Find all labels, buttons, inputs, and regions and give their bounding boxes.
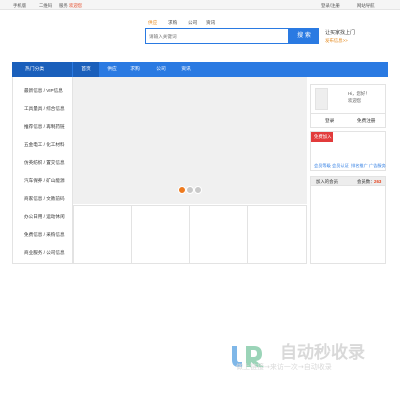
category-item[interactable]: 办公日用 / 运动休闲 bbox=[13, 210, 74, 224]
free-join-panel: 免费加入 会员等级 会员认证 排名推广 广告服务 bbox=[310, 131, 386, 171]
category-item[interactable]: 最新信息 / VIP信息 bbox=[13, 84, 74, 98]
category-item[interactable]: 仿英纺织 / 置交信息 bbox=[13, 156, 74, 170]
login-register-link[interactable]: 登录/注册 bbox=[321, 3, 340, 9]
category-item[interactable]: 免费信息 / 采购信息 bbox=[13, 228, 74, 242]
top-bar: 手机版 二维码 服务 欢迎您 登录/注册 网站导航 bbox=[0, 0, 400, 10]
feature-card[interactable] bbox=[74, 206, 132, 263]
publish-link[interactable]: 发布信息>> bbox=[325, 38, 348, 44]
feature-card[interactable] bbox=[132, 206, 190, 263]
service-link[interactable]: 排名推广 bbox=[351, 163, 368, 169]
search-tab-buy[interactable]: 求购 bbox=[168, 20, 177, 26]
category-item[interactable]: 商业服务 / 公司信息 bbox=[13, 246, 74, 260]
member-count: 263 bbox=[374, 179, 382, 184]
register-button[interactable]: 免费注册 bbox=[357, 118, 375, 124]
stats-prefix: 会员数： bbox=[357, 179, 375, 184]
search-box bbox=[145, 28, 289, 44]
watermark: 自动秒收录 做上链接→来访一次→自动收录 bbox=[228, 338, 388, 378]
user-panel: Hi，您好！ 欢迎您 bbox=[310, 84, 386, 114]
free-join-badge[interactable]: 免费加入 bbox=[311, 132, 333, 142]
search-button[interactable]: 搜 索 bbox=[289, 28, 319, 44]
carousel-dot[interactable] bbox=[186, 186, 194, 194]
user-welcome: 欢迎您 bbox=[348, 98, 362, 103]
feature-cards bbox=[73, 205, 307, 264]
login-button[interactable]: 登录 bbox=[325, 118, 334, 124]
main-nav: 热门分类 首页 供应 求购 公司 资讯 bbox=[12, 62, 388, 77]
watermark-subtitle: 做上链接→来访一次→自动收录 bbox=[236, 363, 332, 371]
category-item[interactable]: 工具量具 / 综合信息 bbox=[13, 102, 74, 116]
search-tab-supply[interactable]: 供应 bbox=[148, 20, 157, 26]
member-stats: 加入的会员 会员数： 263 bbox=[310, 176, 386, 186]
nav-buy[interactable]: 求购 bbox=[122, 62, 148, 77]
category-item[interactable]: 商家信息 / 文教前码 bbox=[13, 192, 74, 206]
search-tab-company[interactable]: 公司 bbox=[188, 20, 197, 26]
service-link[interactable]: 广告服务 bbox=[369, 163, 386, 169]
service-link[interactable]: 服务 bbox=[59, 3, 68, 9]
category-item[interactable]: 五金电工 / 化工材料 bbox=[13, 138, 74, 152]
feature-card[interactable] bbox=[190, 206, 248, 263]
hot-category-label[interactable]: 热门分类 bbox=[12, 62, 72, 77]
welcome-text: 欢迎您 bbox=[69, 3, 83, 8]
watermark-title: 自动秒收录 bbox=[280, 343, 365, 363]
carousel-dot-active[interactable] bbox=[178, 186, 186, 194]
nav-news[interactable]: 资讯 bbox=[173, 62, 199, 77]
avatar bbox=[315, 88, 328, 110]
user-greeting: Hi，您好！ bbox=[348, 91, 370, 96]
carousel-dot[interactable] bbox=[194, 186, 202, 194]
search-tab-news[interactable]: 资讯 bbox=[206, 20, 215, 26]
search-input[interactable] bbox=[149, 32, 285, 41]
category-sidebar: 最新信息 / VIP信息 工具量具 / 综合信息 推荐信息 / 再制药链 五金电… bbox=[12, 77, 73, 264]
right-column-panel bbox=[310, 186, 386, 264]
banner-carousel[interactable] bbox=[73, 77, 307, 204]
slogan: 让买家找上门 bbox=[325, 30, 356, 36]
qrcode-link[interactable]: 二维码 bbox=[39, 3, 52, 9]
category-item[interactable]: 汽车保养 / 矿山能源 bbox=[13, 174, 74, 188]
nav-company[interactable]: 公司 bbox=[148, 62, 174, 77]
nav-home[interactable]: 首页 bbox=[73, 62, 99, 77]
stats-label: 加入的会员 bbox=[316, 179, 338, 184]
service-link[interactable]: 会员认证 bbox=[332, 163, 349, 169]
feature-card[interactable] bbox=[248, 206, 306, 263]
site-nav-link[interactable]: 网站导航 bbox=[357, 3, 375, 9]
auth-buttons: 登录 免费注册 bbox=[310, 114, 386, 128]
service-link[interactable]: 会员等级 bbox=[314, 163, 331, 169]
category-item[interactable]: 推荐信息 / 再制药链 bbox=[13, 120, 74, 134]
mobile-link[interactable]: 手机版 bbox=[13, 3, 26, 9]
